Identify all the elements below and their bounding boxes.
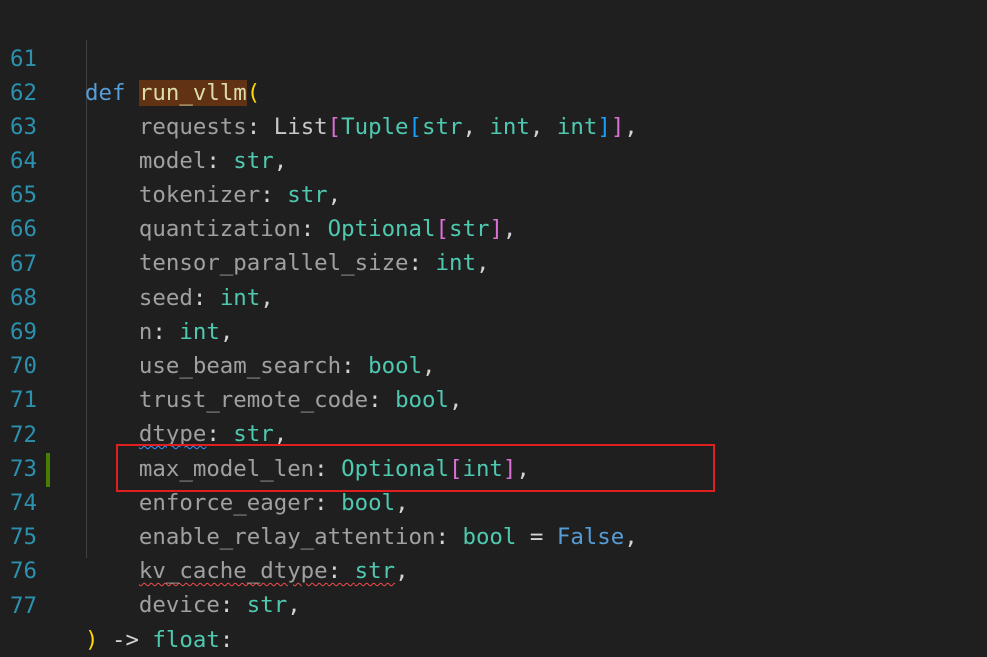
line-number: 77 bbox=[10, 593, 37, 619]
code-line-61[interactable]: 61 def run_vllm( bbox=[0, 8, 987, 106]
code-line-67[interactable]: 67 seed: int, bbox=[0, 213, 987, 311]
code-line-77[interactable]: 77 ) -> float: bbox=[0, 555, 987, 653]
code-line-68[interactable]: 68 n: int, bbox=[0, 247, 987, 345]
code-line-71[interactable]: 71 dtype: str, bbox=[0, 349, 987, 447]
code-line-63[interactable]: 63 model: str, bbox=[0, 76, 987, 174]
code-line-70[interactable]: 70 trust_remote_code: bool, bbox=[0, 315, 987, 413]
code-text: device: str, bbox=[138, 592, 301, 618]
code-line-64[interactable]: 64 tokenizer: str, bbox=[0, 110, 987, 208]
code-line-76[interactable]: 76 device: str, bbox=[0, 520, 987, 618]
code-line-66[interactable]: 66 tensor_parallel_size: int, bbox=[0, 178, 987, 276]
code-line-72[interactable]: 72 max_model_len: Optional[int], bbox=[0, 384, 987, 482]
code-text: ) -> float: bbox=[85, 627, 234, 653]
code-line-65[interactable]: 65 quantization: Optional[str], bbox=[0, 144, 987, 242]
highlight-annotation-box bbox=[116, 444, 715, 492]
code-line-69[interactable]: 69 use_beam_search: bool, bbox=[0, 281, 987, 379]
code-line-62[interactable]: 62 requests: List[Tuple[str, int, int]], bbox=[0, 42, 987, 140]
